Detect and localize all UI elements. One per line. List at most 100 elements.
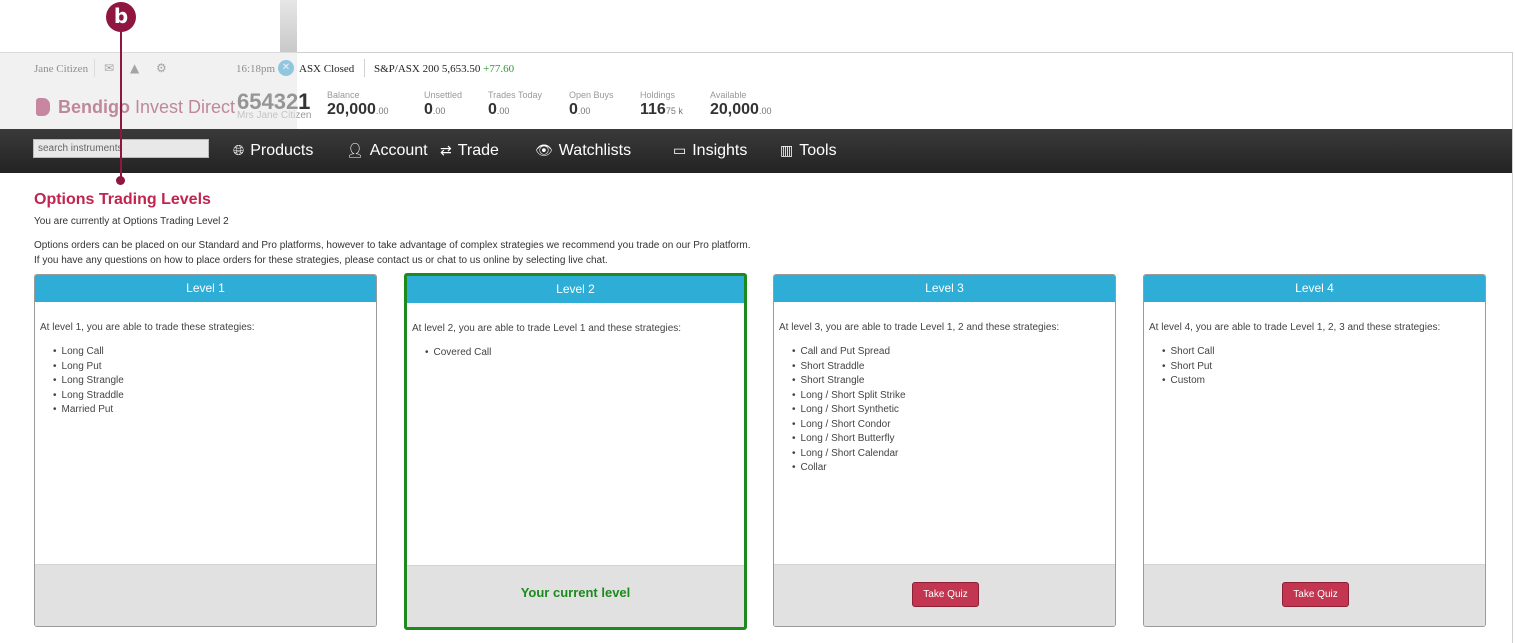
list-item: Collar xyxy=(792,461,1115,476)
annotation-line xyxy=(120,30,122,180)
level-card-3: Level 3 At level 3, you are able to trad… xyxy=(773,274,1116,627)
stat-value: 11675 k xyxy=(640,101,683,118)
page-title: Options Trading Levels xyxy=(34,191,211,208)
stat-label: Trades Today xyxy=(488,90,543,100)
user-name[interactable]: Jane Citizen xyxy=(34,63,88,75)
card-footer: Your current level xyxy=(407,565,744,627)
take-quiz-button[interactable]: Take Quiz xyxy=(912,582,979,607)
globe-icon: 🌐︎ xyxy=(233,143,245,159)
level-card-4: Level 4 At level 4, you are able to trad… xyxy=(1143,274,1486,627)
alert-icon[interactable]: ▲ xyxy=(130,61,139,75)
binoculars-icon: 👁︎ xyxy=(535,143,553,159)
take-quiz-button[interactable]: Take Quiz xyxy=(1282,582,1349,607)
stat-value: 0.00 xyxy=(569,101,591,118)
divider xyxy=(364,59,365,77)
stat-balance: Balance 20,000.00 xyxy=(327,90,388,119)
strategy-list: Long Call Long Put Long Strangle Long St… xyxy=(53,345,376,418)
monitor-icon: ▭ xyxy=(673,143,687,159)
nav-label: Insights xyxy=(692,142,748,159)
help-note: If you have any questions on how to plac… xyxy=(34,255,608,266)
index-ticker[interactable]: S&P/ASX 200 5,653.50 +77.60 xyxy=(374,63,514,75)
list-item: Long / Short Butterfly xyxy=(792,432,1115,447)
exchange-icon: ⇄ xyxy=(440,143,452,159)
market-closed-icon: ✕ xyxy=(278,60,294,76)
card-footer: Take Quiz xyxy=(774,564,1115,626)
gear-icon[interactable]: ⚙ xyxy=(156,61,167,75)
page: Jane Citizen ✉ ▲ ⚙ 16:18pm ✕ ASX Closed … xyxy=(0,0,1515,643)
stat-unsettled: Unsettled 0.00 xyxy=(424,90,462,119)
list-item: Long Put xyxy=(53,360,376,375)
nav-products[interactable]: 🌐︎ Products xyxy=(233,142,313,160)
strategy-list: Covered Call xyxy=(425,346,744,361)
card-intro: At level 1, you are able to trade these … xyxy=(40,322,255,333)
list-item: Short Straddle xyxy=(792,360,1115,375)
bendigo-logo-icon xyxy=(36,98,50,116)
annotation-dot xyxy=(116,176,125,185)
index-value: 5,653.50 xyxy=(441,63,481,75)
nav-label: Products xyxy=(250,142,314,159)
stat-label: Holdings xyxy=(640,90,676,100)
mail-icon[interactable]: ✉ xyxy=(104,61,114,75)
nav-trade[interactable]: ⇄ Trade xyxy=(440,142,499,160)
list-item: Long Call xyxy=(53,345,376,360)
nav-account[interactable]: 👤︎ Account xyxy=(346,142,428,160)
status-bar: Jane Citizen ✉ ▲ ⚙ 16:18pm ✕ ASX Closed … xyxy=(0,53,1512,81)
card-title: Level 3 xyxy=(774,275,1115,302)
list-item: Long / Short Condor xyxy=(792,418,1115,433)
list-item: Short Put xyxy=(1162,360,1485,375)
callout-backdrop xyxy=(0,0,297,52)
stat-holdings: Holdings 11675 k xyxy=(640,90,683,119)
stat-label: Balance xyxy=(327,90,360,100)
list-item: Long Straddle xyxy=(53,389,376,404)
market-status: ASX Closed xyxy=(299,63,355,75)
platform-note: Options orders can be placed on our Stan… xyxy=(34,240,751,251)
card-title: Level 4 xyxy=(1144,275,1485,302)
current-level-note: You are currently at Options Trading Lev… xyxy=(34,216,229,227)
account-holder-name: Mrs Jane Citizen xyxy=(237,110,312,121)
list-item: Short Strangle xyxy=(792,374,1115,389)
strategy-list: Call and Put Spread Short Straddle Short… xyxy=(792,345,1115,476)
stat-label: Open Buys xyxy=(569,90,614,100)
list-item: Long Strangle xyxy=(53,374,376,389)
nav-insights[interactable]: ▭ Insights xyxy=(673,142,747,160)
list-item: Long / Short Synthetic xyxy=(792,403,1115,418)
card-intro: At level 4, you are able to trade Level … xyxy=(1149,322,1441,333)
list-item: Long / Short Split Strike xyxy=(792,389,1115,404)
index-change: +77.60 xyxy=(483,63,515,75)
nav-label: Tools xyxy=(799,142,837,159)
stat-trades-today: Trades Today 0.00 xyxy=(488,90,542,119)
card-title: Level 2 xyxy=(407,276,744,303)
list-item: Call and Put Spread xyxy=(792,345,1115,360)
clock-time: 16:18pm xyxy=(236,63,276,75)
user-icon: 👤︎ xyxy=(346,143,364,159)
stat-open-buys: Open Buys 0.00 xyxy=(569,90,614,119)
current-level-label: Your current level xyxy=(520,585,631,600)
level-card-1: Level 1 At level 1, you are able to trad… xyxy=(34,274,377,627)
brand-name: Bendigo Invest Direct xyxy=(58,96,236,117)
list-item: Custom xyxy=(1162,374,1485,389)
annotation-marker: b xyxy=(106,2,136,32)
card-title: Level 1 xyxy=(35,275,376,302)
brand-logo[interactable]: Bendigo Invest Direct xyxy=(36,96,235,118)
card-footer: Take Quiz xyxy=(1144,564,1485,626)
stat-available: Available 20,000.00 xyxy=(710,90,771,119)
card-intro: At level 2, you are able to trade Level … xyxy=(412,323,682,334)
stat-label: Available xyxy=(710,90,747,100)
nav-label: Account xyxy=(369,142,428,159)
list-item: Covered Call xyxy=(425,346,744,361)
stat-value: 20,000.00 xyxy=(710,101,772,118)
divider xyxy=(94,59,95,77)
nav-watchlists[interactable]: 👁︎ Watchlists xyxy=(535,142,631,160)
stat-value: 0.00 xyxy=(488,101,510,118)
list-item: Long / Short Calendar xyxy=(792,447,1115,462)
level-card-2: Level 2 At level 2, you are able to trad… xyxy=(404,273,747,630)
card-footer xyxy=(35,564,376,626)
index-name: S&P/ASX 200 xyxy=(374,63,440,75)
nav-label: Trade xyxy=(457,142,499,159)
callout-backdrop-edge xyxy=(280,0,297,52)
stat-value: 20,000.00 xyxy=(327,101,389,118)
list-item: Married Put xyxy=(53,403,376,418)
nav-label: Watchlists xyxy=(558,142,632,159)
list-item: Short Call xyxy=(1162,345,1485,360)
nav-tools[interactable]: ▥ Tools xyxy=(780,142,837,160)
